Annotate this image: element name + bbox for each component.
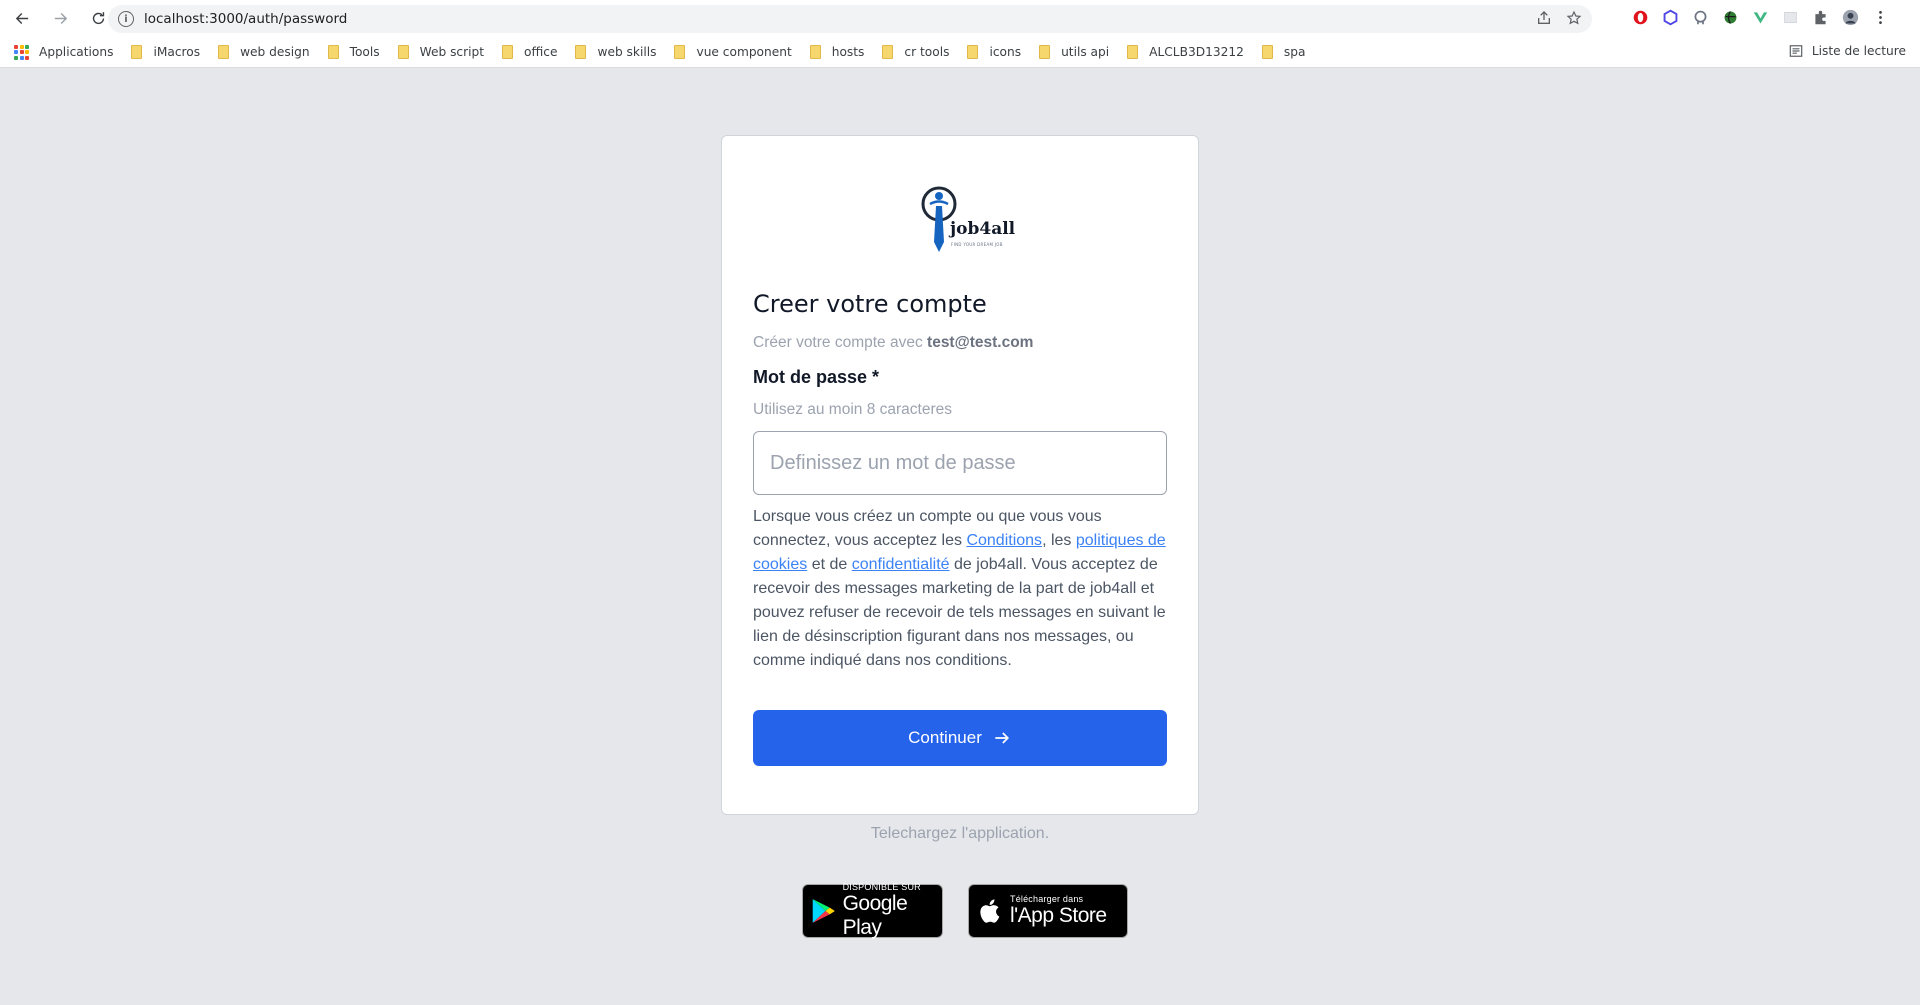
legal-text-part: , les [1042, 532, 1076, 549]
folder-icon [882, 45, 894, 59]
bookmark-folder[interactable]: cr tools [882, 45, 949, 59]
bookmarks-bar: Applications iMacros web design Tools We… [0, 37, 1920, 68]
download-app-text: Telechargez l'application. [870, 825, 1050, 842]
google-play-icon [812, 899, 835, 923]
opera-extension-icon[interactable] [1630, 7, 1650, 27]
bookmark-label: office [524, 45, 558, 59]
address-bar[interactable]: i localhost:3000/auth/password [108, 5, 1592, 33]
info-icon[interactable]: i [118, 11, 134, 27]
password-hint: Utilisez au moin 8 caracteres [753, 401, 952, 418]
password-input[interactable] [753, 431, 1167, 495]
arrow-right-icon [54, 13, 67, 24]
apps-grid-icon [14, 44, 29, 60]
bookmark-folder[interactable]: hosts [809, 45, 865, 59]
folder-icon [502, 45, 514, 59]
account-email: test@test.com [927, 334, 1034, 351]
browser-toolbar: i localhost:3000/auth/password [0, 0, 1920, 37]
folder-icon [575, 45, 587, 59]
app-store-badge[interactable]: Télécharger dans l'App Store [968, 884, 1128, 938]
bookmark-label: spa [1283, 45, 1306, 59]
continue-button[interactable]: Continuer [753, 710, 1167, 766]
reading-list-button[interactable]: Liste de lecture [1789, 44, 1906, 58]
bookmark-label: iMacros [153, 45, 201, 59]
bookmark-label: icons [989, 45, 1022, 59]
google-play-badge[interactable]: DISPONIBLE SUR Google Play [802, 882, 943, 940]
arrow-right-icon [995, 732, 1009, 744]
bookmark-folder[interactable]: spa [1261, 45, 1306, 59]
signup-card: job4all FIND YOUR DREAM JOB Creer votre … [721, 135, 1199, 815]
share-icon[interactable] [1536, 10, 1552, 26]
bookmark-label: vue component [696, 45, 792, 59]
bookmark-folder[interactable]: web skills [575, 45, 656, 59]
bookmark-label: web design [240, 45, 310, 59]
apple-icon [980, 899, 1000, 923]
bookmark-folder[interactable]: ALCLB3D13212 [1127, 45, 1244, 59]
bookmark-folder[interactable]: utils api [1039, 45, 1109, 59]
url-text: localhost:3000/auth/password [144, 11, 348, 27]
bookmark-applications[interactable]: Applications [14, 44, 114, 60]
folder-icon [1261, 45, 1273, 59]
bookmark-label: utils api [1061, 45, 1110, 59]
bookmark-label: Web script [419, 45, 485, 59]
folder-icon [674, 45, 686, 59]
folder-icon [1039, 45, 1051, 59]
bookmark-folder[interactable]: office [502, 45, 557, 59]
folder-icon [809, 45, 821, 59]
google-play-big-text: Google Play [842, 892, 908, 939]
subtitle-text: Créer votre compte avec [753, 334, 923, 351]
vue-extension-icon[interactable] [1750, 7, 1770, 27]
blank-extension-icon[interactable] [1780, 7, 1800, 27]
bookmark-label: web skills [597, 45, 657, 59]
folder-icon [327, 45, 339, 59]
continue-label: Continuer [908, 728, 982, 747]
logo-tagline: FIND YOUR DREAM JOB [951, 242, 1003, 247]
bookmark-label: hosts [831, 45, 865, 59]
bookmark-folder[interactable]: Tools [327, 45, 380, 59]
reading-list-label: Liste de lecture [1811, 44, 1906, 58]
folder-icon [131, 45, 143, 59]
forward-button[interactable] [44, 3, 76, 35]
back-button[interactable] [6, 3, 38, 35]
bookmark-label: ALCLB3D13212 [1149, 45, 1244, 59]
bookmark-folder[interactable]: iMacros [131, 45, 200, 59]
hexagon-extension-icon[interactable] [1660, 7, 1680, 27]
arrow-left-icon [15, 13, 28, 24]
account-subtitle: Créer votre compte avec test@test.com [753, 334, 1033, 352]
bookmark-folder[interactable]: icons [967, 45, 1021, 59]
puzzle-icon[interactable] [1810, 7, 1830, 27]
folder-icon [218, 45, 230, 59]
bookmark-folder[interactable]: Web script [397, 45, 485, 59]
folder-icon [967, 45, 979, 59]
logo-wordmark: job4all [950, 219, 1016, 239]
legal-text: Lorsque vous créez un compte ou que vous… [753, 505, 1171, 673]
app-store-small-text: Télécharger dans [1010, 894, 1084, 904]
reading-list-icon [1789, 45, 1803, 57]
bookmark-label: cr tools [904, 45, 950, 59]
ghost-extension-icon[interactable] [1690, 7, 1710, 27]
bookmark-folder[interactable]: web design [218, 45, 310, 59]
folder-icon [397, 45, 409, 59]
menu-dots-icon[interactable] [1870, 7, 1890, 27]
globe-extension-icon[interactable] [1720, 7, 1740, 27]
page-title: Creer votre compte [753, 290, 987, 318]
privacy-link[interactable]: confidentialité [852, 556, 950, 573]
folder-icon [1127, 45, 1139, 59]
app-store-text: Télécharger dans l'App Store [1010, 894, 1107, 928]
reload-icon [92, 12, 104, 25]
bookmark-label: Applications [39, 45, 114, 59]
google-play-small-text: DISPONIBLE SUR [842, 882, 921, 892]
password-label: Mot de passe * [753, 367, 880, 387]
star-icon[interactable] [1566, 10, 1582, 26]
conditions-link[interactable]: Conditions [966, 532, 1042, 549]
profile-avatar-icon[interactable] [1840, 7, 1860, 27]
app-store-big-text: l'App Store [1010, 904, 1107, 927]
extensions-bar [1630, 7, 1890, 27]
bookmark-label: Tools [349, 45, 380, 59]
legal-text-part: et de [807, 556, 852, 573]
google-play-text: DISPONIBLE SUR Google Play [843, 882, 942, 940]
bookmark-folder[interactable]: vue component [674, 45, 792, 59]
